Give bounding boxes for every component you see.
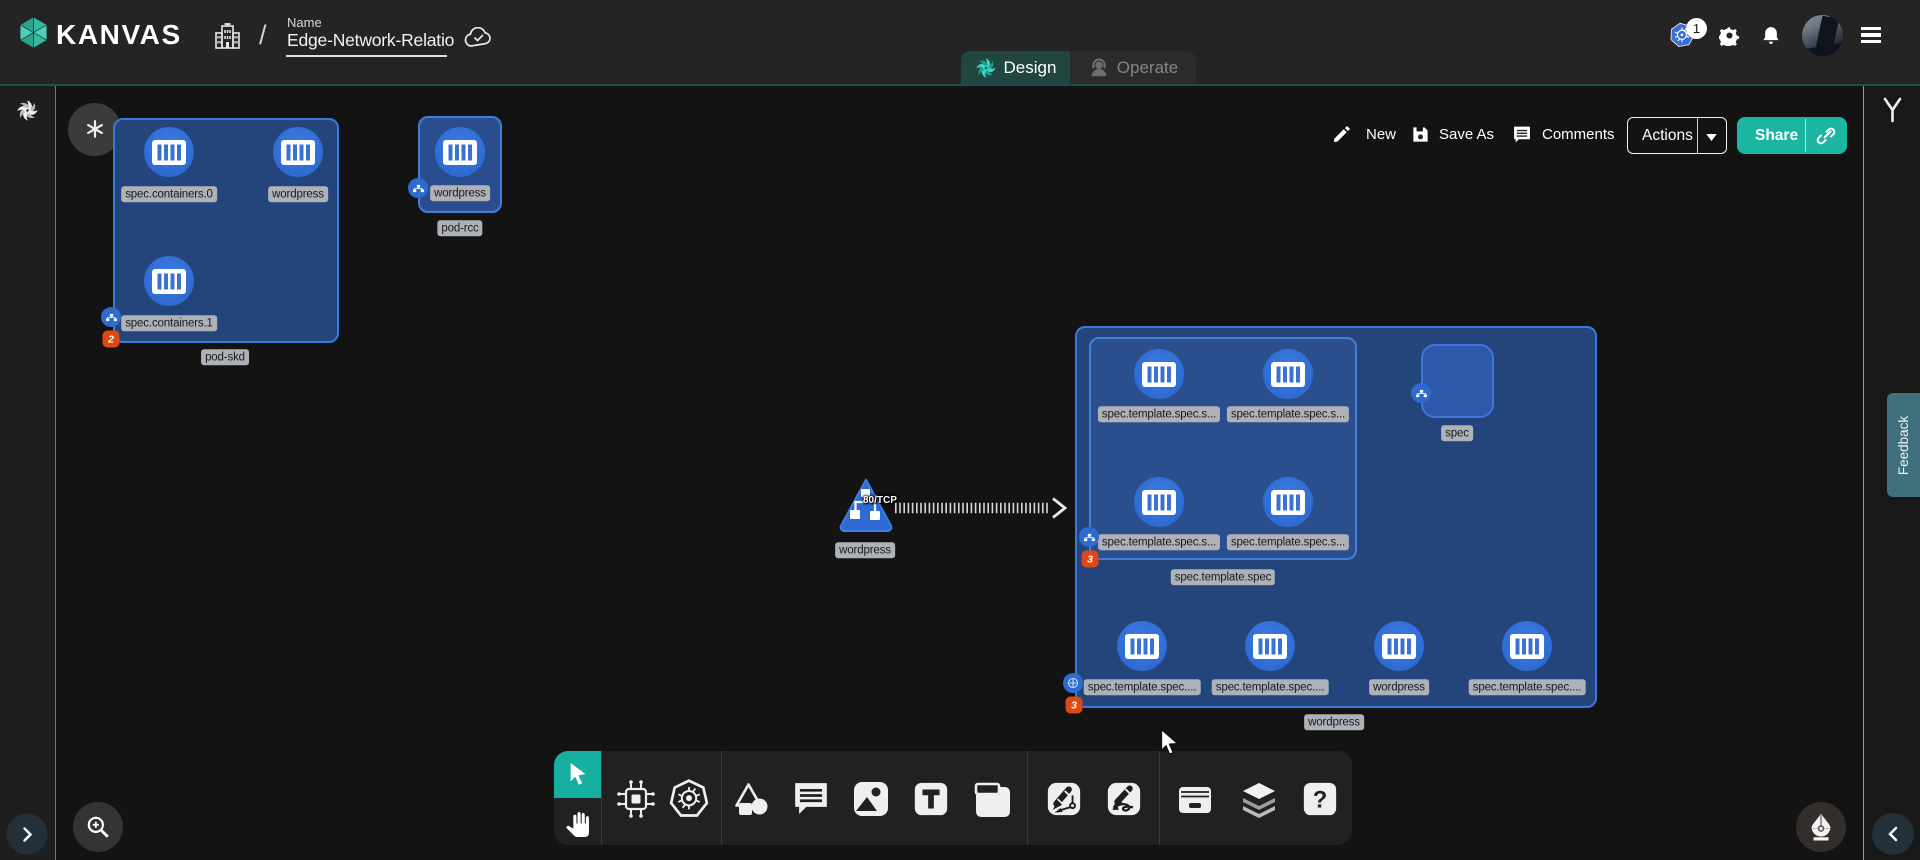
svg-text:?: ?: [1313, 787, 1328, 814]
